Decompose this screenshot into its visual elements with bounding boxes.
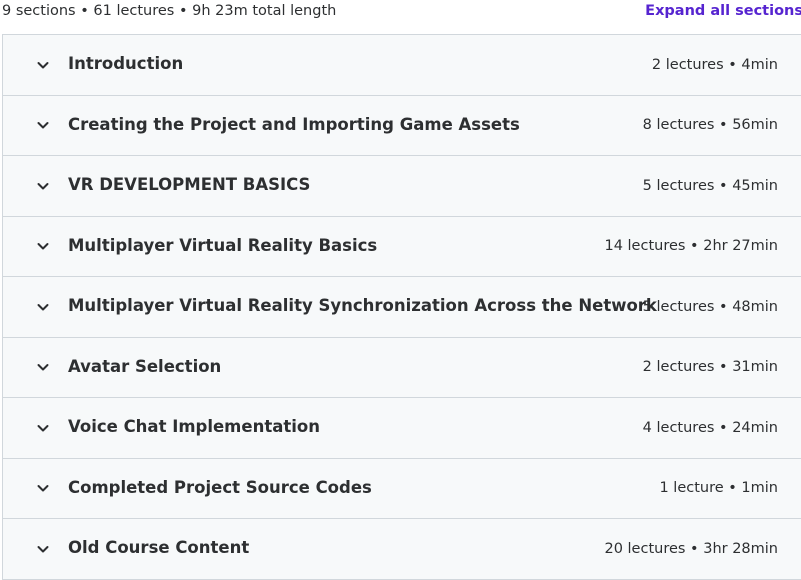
section-title: Old Course Content [68, 538, 250, 558]
section-title: Avatar Selection [68, 356, 222, 376]
section-header[interactable]: Multiplayer Virtual Reality Basics 14 le… [3, 216, 801, 277]
section-lecture-count: 2 lectures • 31min [642, 359, 778, 376]
section-lecture-count: 5 lectures • 45min [642, 177, 778, 194]
section-title: VR DEVELOPMENT BASICS [68, 175, 311, 195]
section-header[interactable]: Introduction 2 lectures • 4min [3, 35, 801, 96]
section-header[interactable]: Creating the Project and Importing Game … [3, 95, 801, 156]
curriculum-summary: 9 sections • 61 lectures • 9h 23m total … [2, 3, 337, 19]
chevron-down-icon [36, 421, 50, 435]
section-header[interactable]: Multiplayer Virtual Reality Synchronizat… [3, 277, 801, 338]
chevron-down-icon [36, 300, 50, 314]
section-lecture-count: 14 lectures • 2hr 27min [604, 238, 778, 255]
section-header[interactable]: Completed Project Source Codes 1 lecture… [3, 458, 801, 519]
expand-all-sections-button[interactable]: Expand all sections [645, 3, 801, 19]
section-lecture-count: 20 lectures • 3hr 28min [604, 540, 778, 557]
section-lecture-count: 8 lectures • 56min [642, 117, 778, 134]
chevron-down-icon [36, 58, 50, 72]
section-title: Multiplayer Virtual Reality Synchronizat… [68, 296, 657, 316]
section-lecture-count: 2 lectures • 4min [651, 56, 778, 73]
chevron-down-icon [36, 118, 50, 132]
curriculum-summary-bar: 9 sections • 61 lectures • 9h 23m total … [0, 0, 801, 34]
section-title: Completed Project Source Codes [68, 477, 372, 497]
chevron-down-icon [36, 481, 50, 495]
section-lecture-count: 1 lecture • 1min [659, 480, 778, 497]
section-header[interactable]: Voice Chat Implementation 4 lectures • 2… [3, 398, 801, 459]
section-title: Voice Chat Implementation [68, 417, 320, 437]
chevron-down-icon [36, 360, 50, 374]
section-lecture-count: 5 lectures • 48min [642, 298, 778, 315]
section-header[interactable]: VR DEVELOPMENT BASICS 5 lectures • 45min [3, 156, 801, 217]
section-title: Multiplayer Virtual Reality Basics [68, 235, 378, 255]
section-header[interactable]: Old Course Content 20 lectures • 3hr 28m… [3, 519, 801, 580]
chevron-down-icon [36, 239, 50, 253]
section-lecture-count: 4 lectures • 24min [642, 419, 778, 436]
section-list: Introduction 2 lectures • 4min Creating … [2, 34, 801, 580]
chevron-down-icon [36, 179, 50, 193]
section-title: Creating the Project and Importing Game … [68, 114, 520, 134]
section-title: Introduction [68, 54, 184, 74]
section-header[interactable]: Avatar Selection 2 lectures • 31min [3, 337, 801, 398]
chevron-down-icon [36, 542, 50, 556]
